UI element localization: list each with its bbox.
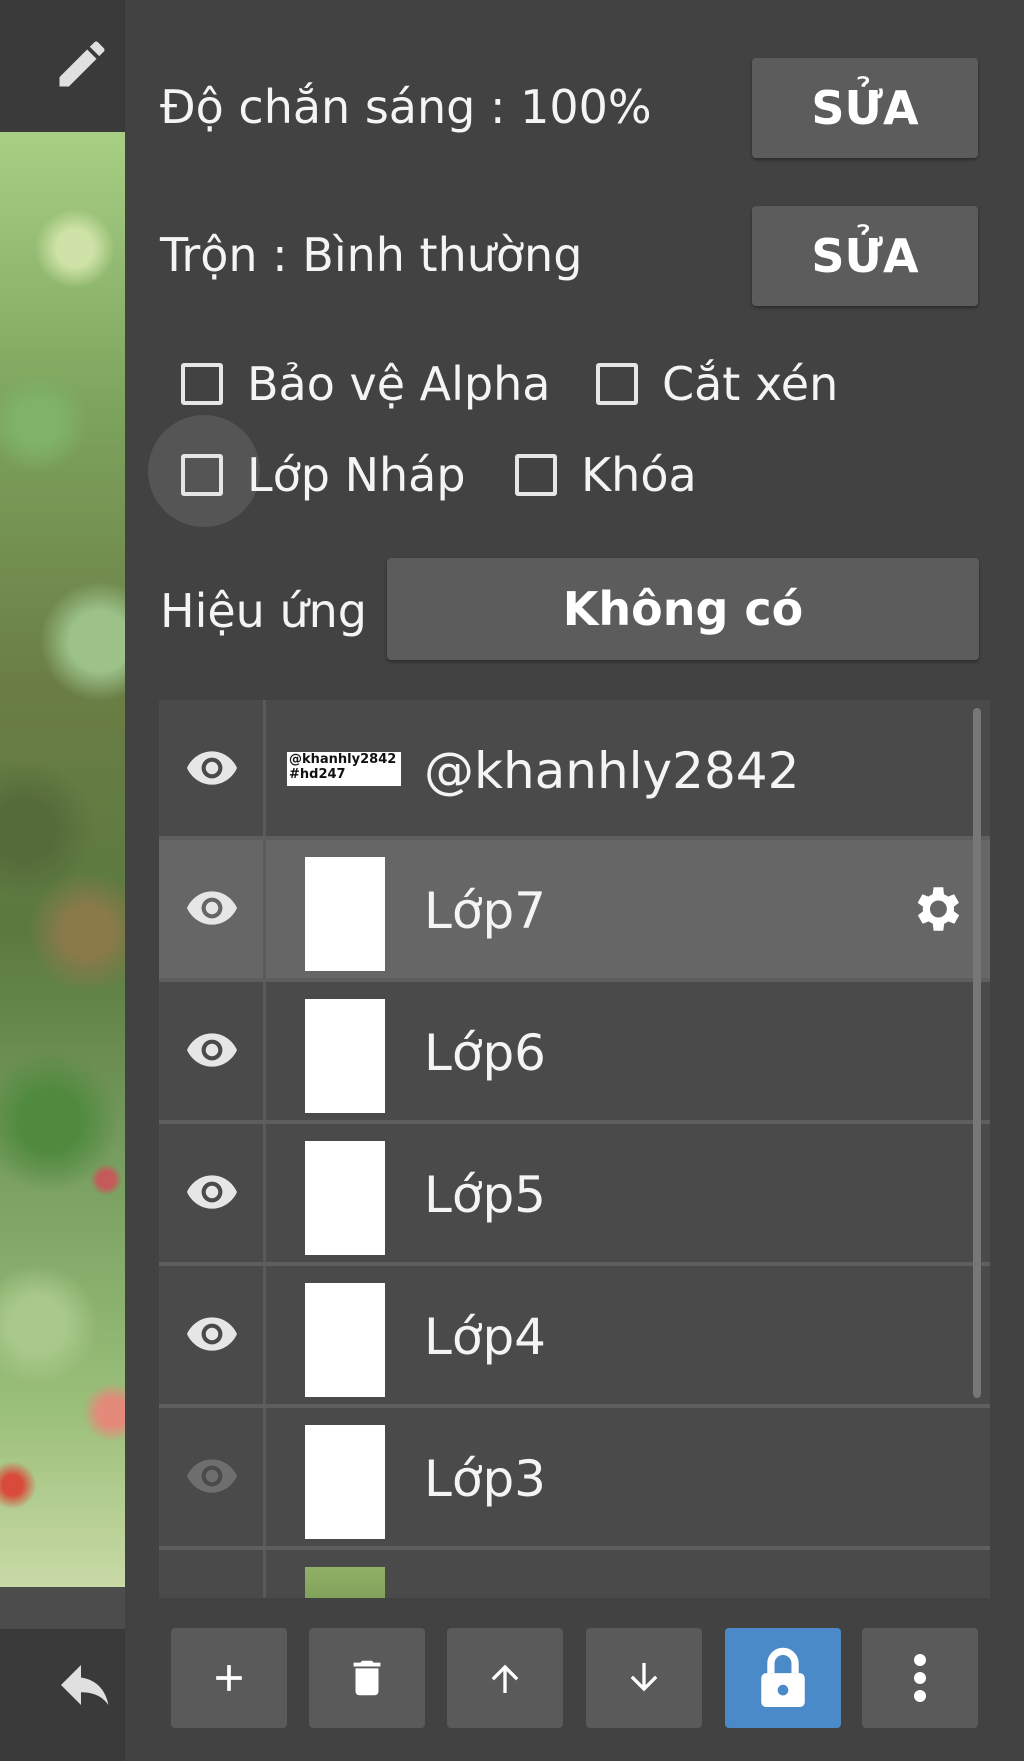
delete-layer-button[interactable] [309, 1628, 425, 1728]
layer-list[interactable]: @khanhly2842 #hd247 @khanhly2842 Lớp7 Lớ… [159, 700, 990, 1598]
clipping-checkbox[interactable]: Cắt xén [596, 357, 838, 411]
visibility-toggle[interactable] [159, 1550, 266, 1598]
canvas-artwork[interactable] [0, 132, 125, 1587]
blend-mode-label: Trộn : Bình thường [160, 228, 583, 282]
layer-row[interactable]: Lớp5 [159, 1124, 990, 1262]
eye-icon[interactable] [187, 1030, 237, 1070]
layer-name: Lớp7 [424, 882, 546, 940]
canvas-area [0, 0, 125, 1761]
eye-icon[interactable] [187, 1314, 237, 1354]
layer-row[interactable] [159, 1550, 990, 1598]
layer-thumbnail [305, 1283, 385, 1397]
draft-layer-label: Lớp Nháp [247, 448, 466, 502]
canvas-bottom-bar [0, 1587, 125, 1629]
opacity-edit-button[interactable]: SỬA [752, 58, 978, 158]
move-layer-down-button[interactable] [586, 1628, 702, 1728]
visibility-toggle[interactable] [159, 1124, 266, 1262]
layer-thumbnail [305, 1425, 385, 1539]
effect-label: Hiệu ứng [160, 584, 367, 638]
visibility-toggle[interactable] [159, 840, 266, 978]
lock-icon [761, 1647, 805, 1707]
add-layer-button[interactable] [171, 1628, 287, 1728]
layer-thumbnail [305, 857, 385, 971]
eye-icon[interactable] [187, 888, 237, 928]
visibility-toggle[interactable] [159, 1408, 266, 1546]
visibility-toggle[interactable] [159, 982, 266, 1120]
arrow-up-icon [491, 1664, 519, 1693]
arrow-down-icon [630, 1663, 658, 1692]
checkbox-box[interactable] [181, 363, 223, 405]
thumbnail-text: @khanhly2842 [289, 752, 397, 767]
checkbox-box[interactable] [181, 454, 223, 496]
clipping-label: Cắt xén [662, 357, 839, 411]
eye-icon[interactable] [187, 1172, 237, 1212]
move-layer-up-button[interactable] [447, 1628, 563, 1728]
add-icon [216, 1665, 242, 1691]
more-options-button[interactable] [862, 1628, 978, 1728]
checkbox-box[interactable] [515, 454, 557, 496]
layer-name: @khanhly2842 [424, 742, 800, 800]
more-vertical-icon [914, 1654, 926, 1702]
layer-row[interactable]: @khanhly2842 #hd247 @khanhly2842 [159, 700, 990, 836]
layer-thumbnail [305, 1567, 385, 1598]
checkbox-box[interactable] [596, 363, 638, 405]
layer-name: Lớp3 [424, 1450, 546, 1508]
visibility-toggle[interactable] [159, 700, 266, 836]
undo-icon[interactable] [56, 1664, 116, 1716]
layer-thumbnail: @khanhly2842 #hd247 [287, 752, 401, 786]
layer-row[interactable]: Lớp4 [159, 1266, 990, 1404]
layer-thumbnail [305, 999, 385, 1113]
opacity-label: Độ chắn sáng : 100% [160, 80, 652, 134]
eye-icon[interactable] [187, 748, 237, 788]
draft-layer-checkbox[interactable]: Lớp Nháp [181, 448, 466, 502]
protect-alpha-checkbox[interactable]: Bảo vệ Alpha [181, 357, 550, 411]
layer-thumbnail [305, 1141, 385, 1255]
gear-icon[interactable] [907, 880, 965, 938]
lock-checkbox[interactable]: Khóa [515, 448, 697, 502]
blend-edit-button[interactable]: SỬA [752, 206, 978, 306]
layer-name: Lớp6 [424, 1024, 546, 1082]
layer-row-selected[interactable]: Lớp7 [159, 840, 990, 978]
layer-name: Lớp5 [424, 1166, 546, 1224]
trash-icon [353, 1660, 381, 1696]
lock-layer-button[interactable] [725, 1628, 841, 1728]
layer-name: Lớp4 [424, 1308, 546, 1366]
layer-row[interactable]: Lớp3 [159, 1408, 990, 1546]
eye-icon[interactable] [187, 1456, 237, 1496]
layer-list-scrollbar[interactable] [973, 708, 981, 1398]
layer-row[interactable]: Lớp6 [159, 982, 990, 1120]
visibility-toggle[interactable] [159, 1266, 266, 1404]
effect-select-button[interactable]: Không có [387, 558, 979, 660]
pencil-icon[interactable] [52, 34, 112, 94]
lock-label: Khóa [581, 448, 697, 502]
thumbnail-text: #hd247 [289, 767, 346, 782]
protect-alpha-label: Bảo vệ Alpha [247, 357, 551, 411]
